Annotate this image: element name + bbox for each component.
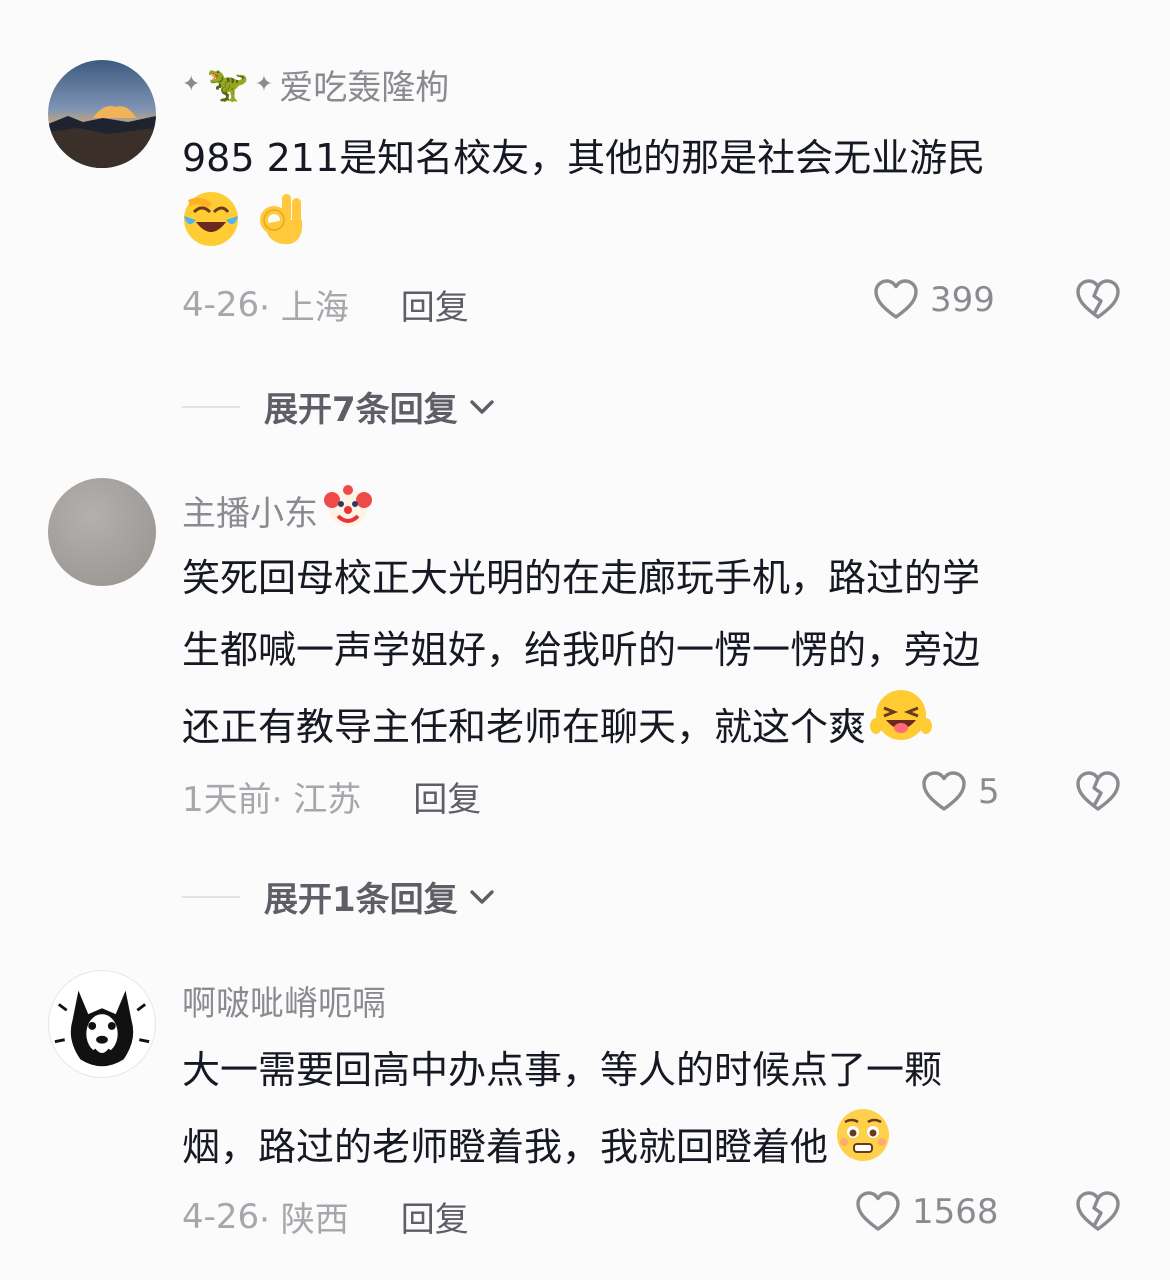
comment-meta: 4-26 · 陕西 回复	[182, 1192, 469, 1241]
dislike-button[interactable]	[1074, 768, 1122, 820]
laughing-crying-emoji-icon	[182, 190, 240, 271]
expand-replies-label: 展开1条回复	[264, 880, 458, 920]
winking-tongue-emoji-icon	[870, 686, 933, 767]
like-count: 399	[930, 280, 995, 320]
username[interactable]: 啊啵呲嵴呃嗝	[182, 976, 386, 1025]
like-button[interactable]: 399	[872, 276, 995, 324]
avatar[interactable]	[48, 478, 156, 586]
chevron-down-icon	[466, 881, 498, 913]
like-count: 1568	[912, 1192, 999, 1232]
avatar[interactable]	[48, 60, 156, 168]
dislike-button[interactable]	[1074, 1188, 1122, 1240]
comment-text: 大一需要回高中办点事，等人的时候点了一颗 烟，路过的老师瞪着我，我就回瞪着他	[182, 1034, 1122, 1187]
username[interactable]: ✦ 🦖 ✦ 爱吃轰隆枸	[182, 60, 449, 109]
comment-location: · 陕西	[259, 1200, 349, 1240]
like-button[interactable]: 5	[920, 768, 1000, 816]
reply-button[interactable]: 回复	[401, 1192, 469, 1241]
broken-heart-icon	[1074, 1188, 1122, 1236]
divider-line	[182, 895, 240, 898]
divider-line	[182, 405, 240, 408]
sparkle-icon: ✦	[254, 72, 274, 97]
dislike-button[interactable]	[1074, 276, 1122, 328]
comment-location: · 江苏	[271, 780, 362, 820]
pleading-face-emoji-icon	[832, 1106, 894, 1187]
heart-outline-icon	[854, 1188, 902, 1236]
comment-text: 985 211是知名校友，其他的那是社会无业游民	[182, 122, 1122, 266]
comment-line: 烟，路过的老师瞪着我，我就回瞪着他	[182, 1124, 829, 1169]
ok-hand-emoji-icon	[250, 190, 308, 271]
comment-meta: 4-26 · 上海 回复	[182, 280, 469, 329]
username-text: 主播小东	[182, 494, 318, 534]
comment-line: 大一需要回高中办点事，等人的时候点了一颗	[182, 1048, 943, 1092]
broken-heart-icon	[1074, 276, 1122, 324]
comment-line: 笑死回母校正大光明的在走廊玩手机，路过的学	[182, 556, 981, 600]
expand-replies-button[interactable]: 展开1条回复	[182, 872, 498, 921]
comment-line: 还正有教导主任和老师在聊天，就这个爽	[182, 704, 867, 749]
comment-date: 4-26	[182, 284, 260, 325]
expand-replies-button[interactable]: 展开7条回复	[182, 382, 498, 431]
chevron-down-icon	[466, 391, 498, 423]
sparkle-icon: ✦	[182, 72, 201, 97]
broken-heart-icon	[1074, 768, 1122, 816]
comment-date: 1天前	[182, 780, 272, 820]
username-text: 啊啵呲嵴呃嗝	[182, 984, 386, 1024]
heart-outline-icon	[920, 768, 968, 816]
username[interactable]: 主播小东	[182, 482, 372, 539]
reply-button[interactable]: 回复	[413, 772, 481, 821]
clown-emoji-icon	[324, 482, 372, 539]
comment-meta: 1天前 · 江苏 回复	[182, 772, 481, 821]
comment-location: · 上海	[259, 288, 349, 328]
heart-outline-icon	[872, 276, 920, 324]
reply-button[interactable]: 回复	[401, 280, 469, 329]
comment-line: 985 211是知名校友，其他的那是社会无业游民	[182, 136, 986, 180]
dinosaur-icon: 🦖	[206, 64, 249, 105]
like-button[interactable]: 1568	[854, 1188, 999, 1236]
comment-text: 笑死回母校正大光明的在走廊玩手机，路过的学 生都喊一声学姐好，给我听的一愣一愣的…	[182, 542, 1122, 767]
username-text: 爱吃轰隆枸	[279, 68, 450, 108]
like-count: 5	[978, 772, 1000, 812]
comment-line: 生都喊一声学姐好，给我听的一愣一愣的，旁边	[182, 628, 981, 672]
comment-date: 4-26	[182, 1196, 260, 1237]
avatar[interactable]	[48, 970, 156, 1078]
expand-replies-label: 展开7条回复	[264, 390, 458, 430]
